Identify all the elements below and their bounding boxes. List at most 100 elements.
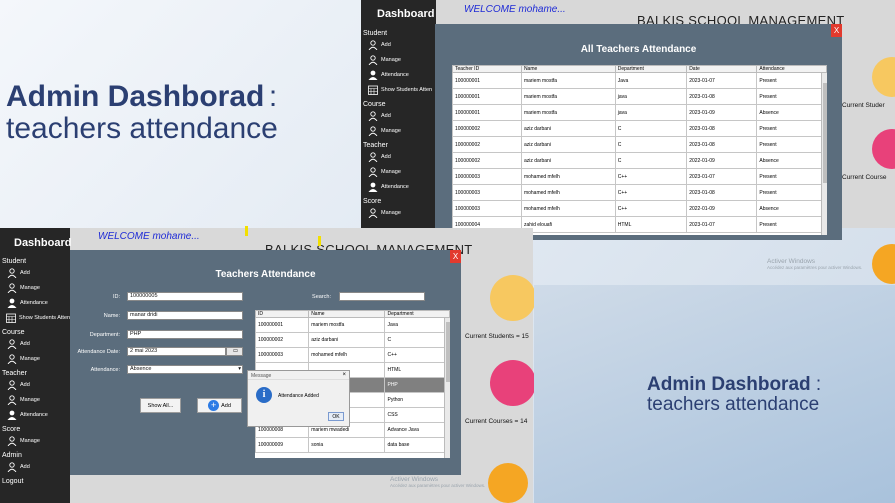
sidebar-item-teacher-attendance[interactable]: Attendance: [361, 179, 436, 194]
table-row[interactable]: 100000003 mohamed mfelh C++: [255, 347, 450, 363]
table-cell: C++: [614, 184, 688, 201]
welcome-text: WELCOME mohame...: [98, 231, 200, 242]
table-cell: Present: [756, 168, 827, 185]
column-header[interactable]: Department: [384, 310, 450, 318]
column-header[interactable]: Name: [308, 310, 386, 318]
table-cell: 100000002: [452, 120, 522, 137]
sidebar-item-student-manage[interactable]: Manage: [361, 52, 436, 67]
show-all-button[interactable]: Show All...: [140, 398, 181, 413]
yellow-marker: [318, 236, 321, 246]
table-row[interactable]: 100000001 mariem mostfa Java 2023-01-07 Pres…: [452, 72, 827, 89]
table-cell: 2023-01-07: [686, 72, 758, 89]
sidebar-item-label: Manage: [20, 437, 40, 444]
table-cell: 100000002: [452, 136, 522, 153]
close-button[interactable]: X: [450, 250, 461, 263]
sidebar-item-teacher-attendance[interactable]: Attendance: [0, 407, 70, 422]
scrollbar-thumb[interactable]: [823, 83, 827, 183]
activate-windows-notice: Activer Windows Accédez aux paramètres po…: [390, 476, 485, 488]
table-cell: 2023-01-08: [686, 184, 758, 201]
vertical-scrollbar[interactable]: [444, 318, 450, 458]
column-header[interactable]: Attendance: [756, 65, 827, 73]
table-cell: C++: [614, 168, 688, 185]
table-row[interactable]: 100000003 mohamed mfelh C++ 2023-01-07 Prese…: [452, 168, 827, 185]
department-field[interactable]: PHP: [127, 330, 243, 339]
card-subtitle: teachers attendance: [647, 394, 820, 415]
column-header[interactable]: Department: [614, 65, 688, 73]
sidebar-item-label: Attendance: [381, 183, 409, 190]
attendance-select[interactable]: Absence ▾: [127, 365, 243, 374]
sidebar-section-logout[interactable]: Logout: [2, 478, 70, 485]
sidebar-item-teacher-add[interactable]: Add: [361, 149, 436, 164]
table-cell: Advance Java: [384, 422, 450, 438]
attendance-table[interactable]: Teacher ID Name Department Date Attendance 1…: [452, 65, 827, 235]
sidebar-item-student-add[interactable]: Add: [361, 37, 436, 52]
name-field[interactable]: manar dridi: [127, 311, 243, 320]
table-cell: java: [614, 104, 688, 121]
courses-icon: [872, 129, 895, 169]
date-label: Attendance Date:: [77, 349, 120, 355]
date-field[interactable]: 2 mai 2023: [127, 347, 226, 356]
ok-button[interactable]: OK: [328, 412, 344, 421]
sidebar-item-teacher-add[interactable]: Add: [0, 377, 70, 392]
column-header[interactable]: Date: [686, 65, 758, 73]
sidebar-item-score-manage[interactable]: Manage: [361, 205, 436, 220]
table-row[interactable]: 100000001 mariem mostfa java 2023-01-09 Abse…: [452, 104, 827, 121]
sidebar-section-score: Score: [363, 198, 382, 205]
sidebar-item-student-add[interactable]: Add: [0, 265, 70, 280]
table-cell: HTML: [614, 216, 688, 233]
sidebar-item-label: Add: [20, 463, 30, 470]
sidebar-item-teacher-manage[interactable]: Manage: [361, 164, 436, 179]
sidebar-item-admin-add[interactable]: Add: [0, 459, 70, 474]
table-row[interactable]: 100000001 mariem mostfa java 2023-01-08 Pres…: [452, 88, 827, 105]
id-field[interactable]: 100000005: [127, 292, 243, 301]
scrollbar-thumb[interactable]: [446, 322, 450, 382]
table-cell: C: [614, 136, 688, 153]
activate-sub: Accédez aux paramètres pour activer Wind…: [390, 483, 486, 488]
column-header[interactable]: Teacher ID: [452, 65, 522, 73]
user-add-icon: [367, 151, 378, 162]
table-cell: 100000001: [255, 317, 310, 333]
department-label: Department:: [89, 332, 120, 338]
sidebar-item-course-manage[interactable]: Manage: [361, 123, 436, 138]
column-header[interactable]: ID: [255, 310, 310, 318]
close-icon[interactable]: ×: [342, 372, 346, 378]
column-header[interactable]: Name: [520, 65, 616, 73]
table-cell: data base: [384, 437, 450, 453]
current-students-label: Current Students = 15: [465, 333, 529, 340]
calendar-icon: [367, 84, 378, 95]
table-cell: Present: [756, 184, 827, 201]
sidebar-item-student-attendance[interactable]: Attendance: [361, 67, 436, 82]
sidebar-item-course-add[interactable]: Add: [361, 108, 436, 123]
table-row[interactable]: 100000001 mariem mostfa Java: [255, 317, 450, 333]
sidebar-item-score-manage[interactable]: Manage: [0, 433, 70, 448]
table-cell: Absence: [756, 152, 827, 169]
students-icon: [872, 57, 895, 97]
table-row[interactable]: 100000003 mohamed mfelh C++ 2023-01-08 Prese…: [452, 184, 827, 201]
table-row[interactable]: 100000002 aziz darbani C 2023-01-08 Present: [452, 120, 827, 137]
table-row[interactable]: 100000003 mohamed mfelh C++ 2022-01-09 Absen…: [452, 200, 827, 217]
table-cell: Present: [756, 120, 827, 137]
sidebar-item-student-show[interactable]: Show Students Atten: [361, 82, 436, 97]
user-add-icon: [6, 267, 17, 278]
close-button[interactable]: X: [831, 24, 842, 37]
sidebar-item-student-manage[interactable]: Manage: [0, 280, 70, 295]
add-button[interactable]: + Add: [197, 398, 242, 413]
message-dialog: Message × i Attendance Added OK: [247, 370, 350, 427]
table-cell: C: [614, 152, 688, 169]
vertical-scrollbar[interactable]: [821, 73, 827, 235]
user-manage-icon: [6, 353, 17, 364]
table-cell: aziz darbani: [520, 120, 616, 137]
slide-title: Admin Dashborad : teachers attendance: [6, 80, 278, 144]
sidebar-item-teacher-manage[interactable]: Manage: [0, 392, 70, 407]
table-row[interactable]: 100000002 aziz darbani C 2022-01-09 Absence: [452, 152, 827, 169]
user-add-icon: [367, 110, 378, 121]
table-cell: CSS: [384, 407, 450, 423]
user-manage-icon: [367, 125, 378, 136]
table-row[interactable]: 100000009 sonia data base: [255, 437, 450, 453]
card-title-bold: Admin Dashborad: [647, 374, 811, 395]
sidebar: Dashboard Student Add Manage Attendance Show…: [0, 228, 71, 503]
search-input[interactable]: [339, 292, 425, 301]
calendar-button[interactable]: ▭: [226, 347, 243, 356]
table-row[interactable]: 100000002 aziz darbani C: [255, 332, 450, 348]
table-row[interactable]: 100000002 aziz darbani C 2023-01-08 Present: [452, 136, 827, 153]
